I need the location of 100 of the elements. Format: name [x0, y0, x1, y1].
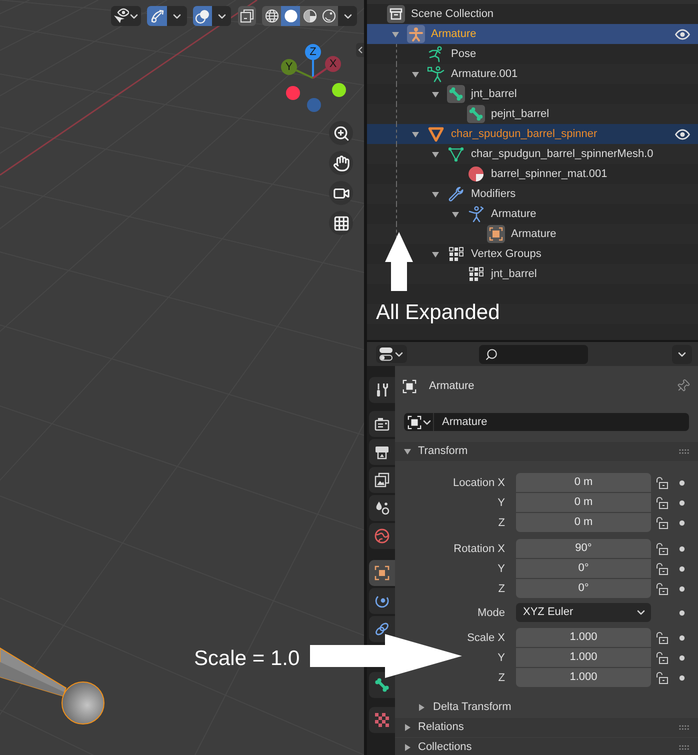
expanded-triangle-icon[interactable]: [452, 210, 459, 218]
mode-dropdown[interactable]: XYZ Euler: [516, 603, 651, 622]
panel-header[interactable]: Transform: [395, 442, 698, 461]
properties-tab[interactable]: [369, 467, 395, 493]
outliner-item-label: char_spudgun_barrel_spinner: [451, 127, 598, 141]
keyframe-dot-icon[interactable]: [679, 546, 685, 552]
keyframe-dot-icon[interactable]: [679, 566, 685, 572]
subpanel-header[interactable]: Delta Transform: [418, 698, 518, 716]
expanded-triangle-icon[interactable]: [404, 448, 411, 455]
expanded-triangle-icon[interactable]: [432, 250, 439, 258]
outliner-item-label: Armature: [431, 27, 476, 41]
framed-square-icon: [374, 565, 390, 581]
open-padlock-icon[interactable]: [656, 652, 668, 664]
open-padlock-icon[interactable]: [656, 672, 668, 684]
bone-icon: [467, 105, 485, 123]
name-field[interactable]: Armature: [434, 413, 689, 431]
triangle-vertices-icon: [447, 145, 465, 163]
number-field[interactable]: 0°: [516, 559, 651, 578]
properties-tab[interactable]: [369, 672, 395, 698]
expanded-triangle-icon[interactable]: [412, 70, 419, 78]
image-stack-icon: [374, 472, 390, 488]
properties-tab[interactable]: [369, 411, 395, 437]
properties-tab[interactable]: [369, 439, 395, 465]
keyframe-dot-icon[interactable]: [679, 634, 685, 640]
shading-menu-button[interactable]: [338, 6, 357, 26]
panel-header[interactable]: Relations: [395, 718, 698, 737]
outliner-item-label: Vertex Groups: [471, 247, 542, 261]
outliner-item-label: barrel_spinner_mat.001: [491, 167, 608, 181]
xray-toggle[interactable]: [238, 6, 256, 26]
number-field[interactable]: 0 m: [516, 493, 651, 512]
properties-tab[interactable]: [369, 377, 395, 403]
open-padlock-icon[interactable]: [656, 476, 668, 488]
panel-header[interactable]: Collections: [395, 738, 698, 755]
collapsed-triangle-icon[interactable]: [418, 704, 425, 710]
expanded-triangle-icon[interactable]: [432, 90, 439, 98]
shading-mode-button[interactable]: [262, 6, 281, 26]
gizmo-toggle[interactable]: [147, 6, 167, 26]
gizmo-menu-button[interactable]: [167, 6, 187, 26]
keyframe-dot-icon[interactable]: [679, 480, 685, 486]
orbit-icon: [374, 593, 390, 609]
number-field[interactable]: 1.000: [516, 648, 651, 667]
stick-figure-icon: [427, 65, 445, 83]
drag-handle-icon[interactable]: [679, 725, 689, 730]
eye-icon[interactable]: [675, 28, 690, 40]
field-label: Y: [496, 650, 505, 664]
search-field[interactable]: [479, 344, 588, 364]
keyframe-dot-icon[interactable]: [679, 610, 685, 616]
outliner-item-label: pejnt_barrel: [491, 107, 550, 121]
open-padlock-icon[interactable]: [656, 632, 668, 644]
keyframe-dot-icon[interactable]: [679, 674, 685, 680]
properties-tab[interactable]: [369, 495, 395, 521]
collapsed-triangle-icon[interactable]: [404, 744, 411, 751]
sidebar-toggle[interactable]: [356, 43, 364, 57]
keyframe-dot-icon[interactable]: [679, 520, 685, 526]
hand-icon: [332, 154, 350, 172]
eye-icon[interactable]: [675, 128, 690, 140]
up-arrow-icon: [385, 232, 413, 291]
framed-square-icon: [402, 378, 417, 394]
open-padlock-icon[interactable]: [656, 582, 668, 594]
outliner-item-label: Pose: [451, 47, 476, 61]
stick-figure-icon: [467, 205, 485, 223]
collapsed-triangle-icon[interactable]: [404, 724, 411, 731]
overlay-toggle[interactable]: [193, 6, 212, 26]
object-type-dropdown[interactable]: [404, 413, 433, 431]
expanded-triangle-icon[interactable]: [432, 190, 439, 198]
expanded-triangle-icon[interactable]: [392, 30, 399, 38]
number-field[interactable]: 1.000: [516, 628, 651, 647]
outliner-item[interactable]: char_spudgun_barrel_spinner: [367, 124, 698, 144]
drag-handle-icon[interactable]: [679, 449, 689, 454]
number-field[interactable]: 90°: [516, 539, 651, 558]
options-button[interactable]: [672, 344, 692, 364]
properties-tab[interactable]: [369, 616, 395, 642]
shading-mode-button[interactable]: [319, 6, 338, 26]
number-field[interactable]: 0 m: [516, 473, 651, 492]
keyframe-dot-icon[interactable]: [679, 586, 685, 592]
number-field[interactable]: 0°: [516, 579, 651, 598]
droplets-icon: [374, 500, 390, 516]
drag-handle-icon[interactable]: [679, 745, 689, 750]
editor-type-dropdown[interactable]: [376, 345, 407, 363]
expanded-triangle-icon[interactable]: [412, 130, 419, 138]
outliner-item[interactable]: Armature: [367, 24, 698, 44]
open-padlock-icon[interactable]: [656, 496, 668, 508]
keyframe-dot-icon[interactable]: [679, 654, 685, 660]
open-padlock-icon[interactable]: [656, 542, 668, 554]
open-padlock-icon[interactable]: [656, 562, 668, 574]
outliner-item-label: Scene Collection: [411, 7, 494, 21]
number-field[interactable]: 0 m: [516, 513, 651, 532]
field-label: Z: [497, 516, 505, 530]
overlay-menu-button[interactable]: [212, 6, 231, 26]
selectability-dropdown[interactable]: [111, 6, 141, 26]
expanded-triangle-icon[interactable]: [432, 150, 439, 158]
printer-icon: [374, 444, 390, 460]
outliner-item-label: Armature: [511, 227, 556, 241]
properties-tab[interactable]: [369, 588, 395, 614]
shading-mode-button[interactable]: [300, 6, 319, 26]
keyframe-dot-icon[interactable]: [679, 500, 685, 506]
number-field[interactable]: 1.000: [516, 668, 651, 687]
open-padlock-icon[interactable]: [656, 516, 668, 528]
shading-mode-button[interactable]: [281, 6, 300, 26]
tools-icon: [374, 382, 390, 398]
